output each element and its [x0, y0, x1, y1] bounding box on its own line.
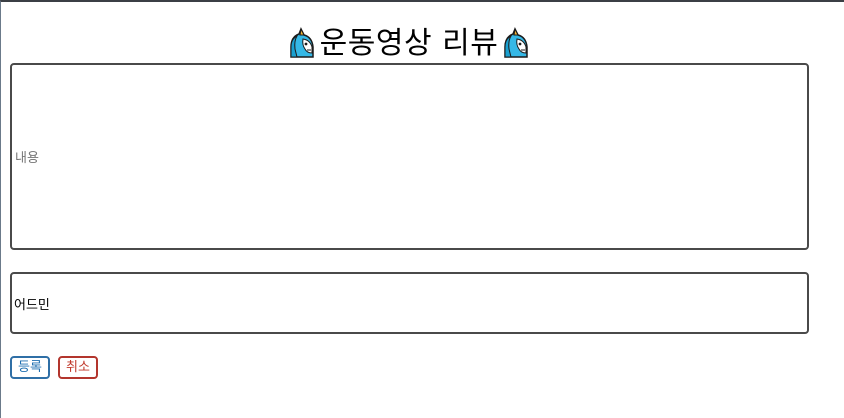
content-placeholder: 내용 — [15, 151, 39, 166]
unicorn-icon — [285, 27, 319, 61]
page-header: 운동영상 리뷰 — [1, 24, 817, 64]
unicorn-icon — [499, 27, 533, 61]
author-value: 어드민 — [14, 297, 50, 313]
content-textarea[interactable]: 내용 — [10, 63, 809, 250]
register-button[interactable]: 등록 — [10, 356, 50, 379]
author-input[interactable]: 어드민 — [10, 272, 809, 334]
cancel-button[interactable]: 취소 — [58, 356, 98, 379]
page-frame: 운동영상 리뷰 내용 어드민 등록 취소 — [0, 0, 844, 418]
page-title: 운동영상 리뷰 — [319, 26, 499, 61]
